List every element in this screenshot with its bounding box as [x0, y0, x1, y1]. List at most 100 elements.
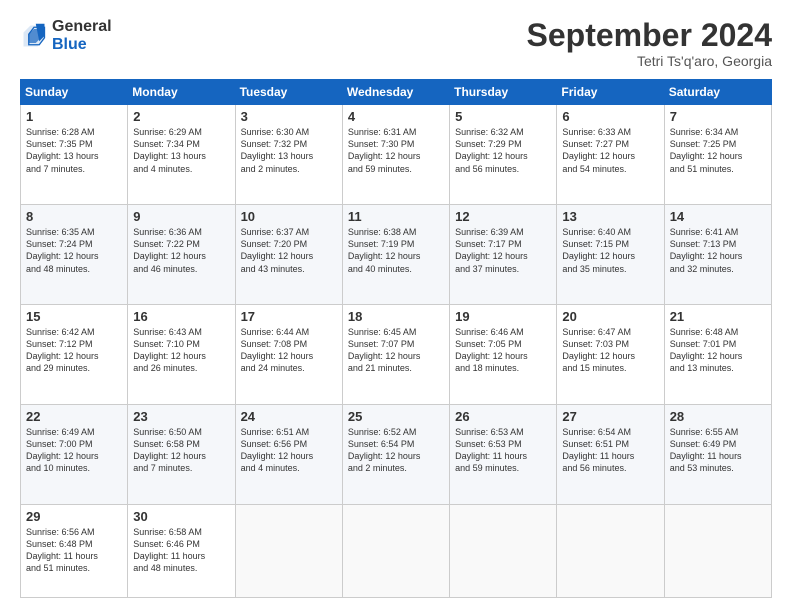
- table-row: 22 Sunrise: 6:49 AM Sunset: 7:00 PM Dayli…: [21, 404, 128, 504]
- day-info: Sunrise: 6:44 AM Sunset: 7:08 PM Dayligh…: [241, 326, 337, 375]
- table-row: 16 Sunrise: 6:43 AM Sunset: 7:10 PM Dayli…: [128, 305, 235, 405]
- table-row: 25Sunrise: 6:52 AM Sunset: 6:54 PM Dayli…: [342, 404, 449, 504]
- page: General Blue September 2024 Tetri Ts'q'a…: [0, 0, 792, 612]
- day-info: Sunrise: 6:28 AM Sunset: 7:35 PM Dayligh…: [26, 126, 122, 175]
- day-number: 13: [562, 209, 658, 224]
- col-thursday: Thursday: [450, 80, 557, 105]
- table-row: 26 Sunrise: 6:53 AM Sunset: 6:53 PM Dayli…: [450, 404, 557, 504]
- day-number: 7: [670, 109, 766, 124]
- day-info: Sunrise: 6:50 AM Sunset: 6:58 PM Dayligh…: [133, 426, 229, 475]
- day-info: Sunrise: 6:45 AM Sunset: 7:07 PM Dayligh…: [348, 326, 444, 375]
- day-info: Sunrise: 6:31 AM Sunset: 7:30 PM Dayligh…: [348, 126, 444, 175]
- logo-general-text: General: [52, 18, 112, 36]
- col-tuesday: Tuesday: [235, 80, 342, 105]
- day-info: Sunrise: 6:37 AM Sunset: 7:20 PM Dayligh…: [241, 226, 337, 275]
- day-number: 14: [670, 209, 766, 224]
- day-number: 18: [348, 309, 444, 324]
- day-number: 20: [562, 309, 658, 324]
- table-row: 12 Sunrise: 6:39 AM Sunset: 7:17 PM Dayli…: [450, 205, 557, 305]
- table-row: 29 Sunrise: 6:56 AM Sunset: 6:48 PM Dayli…: [21, 504, 128, 597]
- table-row: 6 Sunrise: 6:33 AM Sunset: 7:27 PM Daylig…: [557, 105, 664, 205]
- day-number: 24: [241, 409, 337, 424]
- table-row: 17 Sunrise: 6:44 AM Sunset: 7:08 PM Dayli…: [235, 305, 342, 405]
- day-number: 30: [133, 509, 229, 524]
- col-monday: Monday: [128, 80, 235, 105]
- logo-icon: [20, 22, 48, 50]
- day-info: Sunrise: 6:35 AM Sunset: 7:24 PM Dayligh…: [26, 226, 122, 275]
- day-info: Sunrise: 6:34 AM Sunset: 7:25 PM Dayligh…: [670, 126, 766, 175]
- calendar-row-5: 29 Sunrise: 6:56 AM Sunset: 6:48 PM Dayli…: [21, 504, 772, 597]
- location-subtitle: Tetri Ts'q'aro, Georgia: [527, 53, 772, 69]
- table-row: 8 Sunrise: 6:35 AM Sunset: 7:24 PM Daylig…: [21, 205, 128, 305]
- day-info: Sunrise: 6:56 AM Sunset: 6:48 PM Dayligh…: [26, 526, 122, 575]
- table-row: 20 Sunrise: 6:47 AM Sunset: 7:03 PM Dayli…: [557, 305, 664, 405]
- day-number: 4: [348, 109, 444, 124]
- day-info: Sunrise: 6:43 AM Sunset: 7:10 PM Dayligh…: [133, 326, 229, 375]
- day-info: Sunrise: 6:29 AM Sunset: 7:34 PM Dayligh…: [133, 126, 229, 175]
- calendar-row-4: 22 Sunrise: 6:49 AM Sunset: 7:00 PM Dayli…: [21, 404, 772, 504]
- table-row: 1 Sunrise: 6:28 AM Sunset: 7:35 PM Daylig…: [21, 105, 128, 205]
- table-row: 15Sunrise: 6:42 AM Sunset: 7:12 PM Dayli…: [21, 305, 128, 405]
- day-info: Sunrise: 6:47 AM Sunset: 7:03 PM Dayligh…: [562, 326, 658, 375]
- table-row: 23Sunrise: 6:50 AM Sunset: 6:58 PM Dayli…: [128, 404, 235, 504]
- table-row: [235, 504, 342, 597]
- day-number: 29: [26, 509, 122, 524]
- table-row: 19Sunrise: 6:46 AM Sunset: 7:05 PM Dayli…: [450, 305, 557, 405]
- day-number: 26: [455, 409, 551, 424]
- day-info: Sunrise: 6:53 AM Sunset: 6:53 PM Dayligh…: [455, 426, 551, 475]
- header: General Blue September 2024 Tetri Ts'q'a…: [20, 18, 772, 69]
- day-info: Sunrise: 6:49 AM Sunset: 7:00 PM Dayligh…: [26, 426, 122, 475]
- table-row: 24 Sunrise: 6:51 AM Sunset: 6:56 PM Dayli…: [235, 404, 342, 504]
- day-info: Sunrise: 6:52 AM Sunset: 6:54 PM Dayligh…: [348, 426, 444, 475]
- day-number: 12: [455, 209, 551, 224]
- day-number: 8: [26, 209, 122, 224]
- day-info: Sunrise: 6:39 AM Sunset: 7:17 PM Dayligh…: [455, 226, 551, 275]
- table-row: 4 Sunrise: 6:31 AM Sunset: 7:30 PM Daylig…: [342, 105, 449, 205]
- table-row: [450, 504, 557, 597]
- day-number: 1: [26, 109, 122, 124]
- calendar-header-row: Sunday Monday Tuesday Wednesday Thursday…: [21, 80, 772, 105]
- day-info: Sunrise: 6:51 AM Sunset: 6:56 PM Dayligh…: [241, 426, 337, 475]
- table-row: 5 Sunrise: 6:32 AM Sunset: 7:29 PM Daylig…: [450, 105, 557, 205]
- table-row: 18 Sunrise: 6:45 AM Sunset: 7:07 PM Dayli…: [342, 305, 449, 405]
- day-number: 15: [26, 309, 122, 324]
- day-number: 3: [241, 109, 337, 124]
- day-info: Sunrise: 6:30 AM Sunset: 7:32 PM Dayligh…: [241, 126, 337, 175]
- table-row: 7 Sunrise: 6:34 AM Sunset: 7:25 PM Daylig…: [664, 105, 771, 205]
- day-info: Sunrise: 6:48 AM Sunset: 7:01 PM Dayligh…: [670, 326, 766, 375]
- day-info: Sunrise: 6:54 AM Sunset: 6:51 PM Dayligh…: [562, 426, 658, 475]
- logo-text: General Blue: [52, 18, 112, 53]
- logo-blue-text: Blue: [52, 36, 112, 54]
- col-friday: Friday: [557, 80, 664, 105]
- day-info: Sunrise: 6:32 AM Sunset: 7:29 PM Dayligh…: [455, 126, 551, 175]
- table-row: 9 Sunrise: 6:36 AM Sunset: 7:22 PM Daylig…: [128, 205, 235, 305]
- table-row: 11Sunrise: 6:38 AM Sunset: 7:19 PM Dayli…: [342, 205, 449, 305]
- table-row: 30Sunrise: 6:58 AM Sunset: 6:46 PM Dayli…: [128, 504, 235, 597]
- table-row: 2Sunrise: 6:29 AM Sunset: 7:34 PM Daylig…: [128, 105, 235, 205]
- day-number: 16: [133, 309, 229, 324]
- day-info: Sunrise: 6:40 AM Sunset: 7:15 PM Dayligh…: [562, 226, 658, 275]
- calendar-table: Sunday Monday Tuesday Wednesday Thursday…: [20, 79, 772, 598]
- day-number: 28: [670, 409, 766, 424]
- table-row: 3 Sunrise: 6:30 AM Sunset: 7:32 PM Daylig…: [235, 105, 342, 205]
- day-number: 21: [670, 309, 766, 324]
- day-number: 6: [562, 109, 658, 124]
- day-number: 5: [455, 109, 551, 124]
- table-row: 10 Sunrise: 6:37 AM Sunset: 7:20 PM Dayli…: [235, 205, 342, 305]
- day-info: Sunrise: 6:55 AM Sunset: 6:49 PM Dayligh…: [670, 426, 766, 475]
- day-info: Sunrise: 6:33 AM Sunset: 7:27 PM Dayligh…: [562, 126, 658, 175]
- day-info: Sunrise: 6:36 AM Sunset: 7:22 PM Dayligh…: [133, 226, 229, 275]
- col-saturday: Saturday: [664, 80, 771, 105]
- calendar-row-1: 1 Sunrise: 6:28 AM Sunset: 7:35 PM Daylig…: [21, 105, 772, 205]
- day-number: 10: [241, 209, 337, 224]
- calendar-row-2: 8 Sunrise: 6:35 AM Sunset: 7:24 PM Daylig…: [21, 205, 772, 305]
- day-number: 9: [133, 209, 229, 224]
- day-number: 22: [26, 409, 122, 424]
- calendar-row-3: 15Sunrise: 6:42 AM Sunset: 7:12 PM Dayli…: [21, 305, 772, 405]
- day-info: Sunrise: 6:46 AM Sunset: 7:05 PM Dayligh…: [455, 326, 551, 375]
- month-title: September 2024: [527, 18, 772, 53]
- table-row: [342, 504, 449, 597]
- day-info: Sunrise: 6:41 AM Sunset: 7:13 PM Dayligh…: [670, 226, 766, 275]
- day-number: 17: [241, 309, 337, 324]
- day-number: 11: [348, 209, 444, 224]
